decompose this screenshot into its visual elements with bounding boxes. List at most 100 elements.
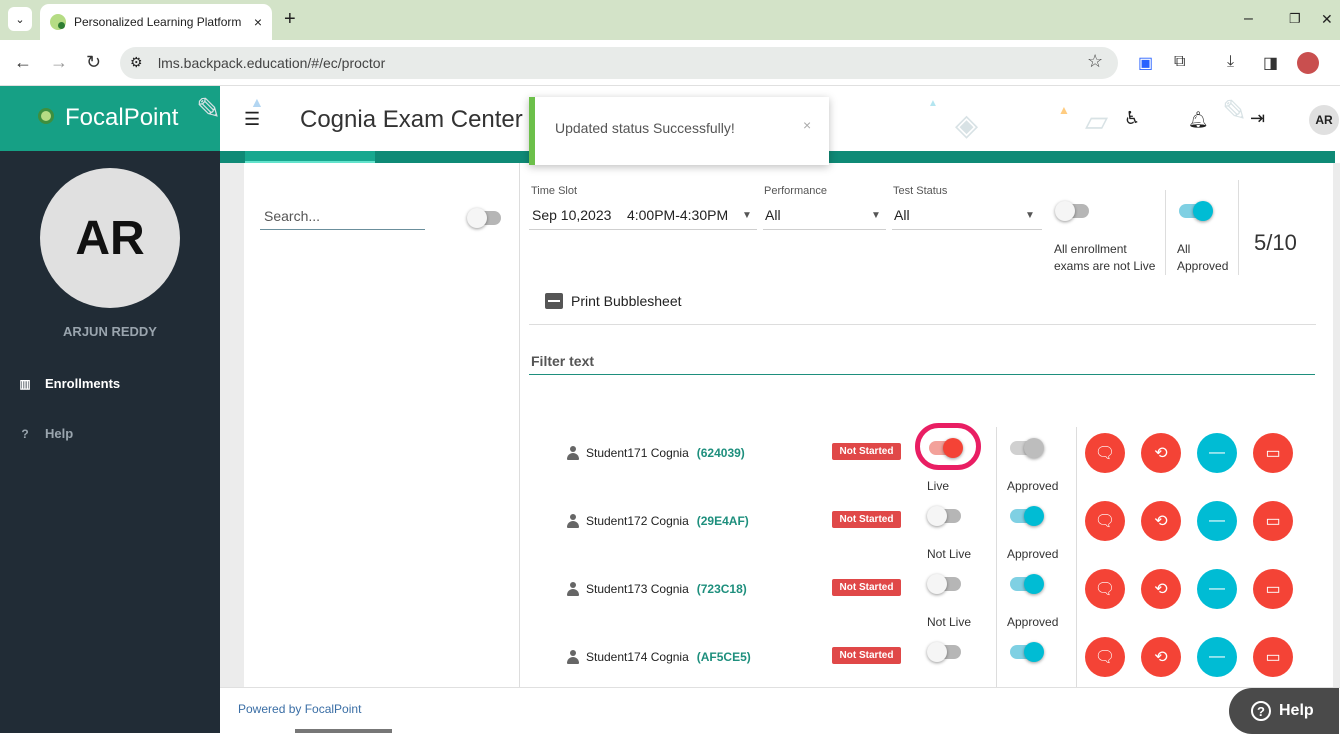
- toast-message: Updated status Successfully!: [555, 120, 735, 136]
- help-button[interactable]: ? Help: [1229, 688, 1339, 734]
- proctor-panel: [244, 163, 1333, 687]
- filter-text-input[interactable]: Filter text: [531, 353, 594, 369]
- screen-cast-icon[interactable]: ▣: [1138, 53, 1153, 73]
- footer: [220, 687, 1340, 733]
- extensions-icon[interactable]: ⧉: [1174, 53, 1185, 71]
- reset-button[interactable]: ⟲: [1141, 637, 1181, 677]
- laptop-icon: ▭: [1265, 581, 1281, 598]
- header-avatar[interactable]: AR: [1309, 105, 1339, 135]
- message-button[interactable]: 🗨︎: [1085, 501, 1125, 541]
- url-text[interactable]: lms.backpack.education/#/ec/proctor: [158, 55, 385, 71]
- minus-icon: —: [1209, 648, 1225, 665]
- triangle-decoration-icon: ▲: [250, 94, 264, 110]
- student-row-name: Student173 Cognia (723C18): [566, 582, 747, 596]
- user-icon: [566, 650, 580, 664]
- help-button-label: Help: [1279, 702, 1314, 719]
- profile-avatar[interactable]: [1297, 52, 1319, 74]
- side-panel-icon[interactable]: ◨: [1263, 53, 1278, 73]
- user-name: ARJUN REDDY: [63, 324, 157, 339]
- approved-label: Approved: [1007, 547, 1059, 561]
- forward-icon[interactable]: →: [50, 52, 68, 72]
- toast-close-icon[interactable]: ×: [803, 117, 811, 133]
- accessibility-icon[interactable]: ♿︎: [1124, 108, 1140, 129]
- message-button[interactable]: 🗨︎: [1085, 433, 1125, 473]
- filter-divider: [1165, 190, 1166, 275]
- ruler-decoration-icon: ▱: [1085, 105, 1109, 138]
- filter-underline: [529, 374, 1315, 375]
- time-slot-label: Time Slot: [531, 185, 578, 197]
- reset-button[interactable]: ⟲: [1141, 569, 1181, 609]
- app-logo[interactable]: FocalPoint: [65, 104, 178, 132]
- menu-icon[interactable]: ☰: [244, 110, 260, 128]
- select-underline: [529, 229, 757, 230]
- sidebar-item-help[interactable]: ? Help: [18, 426, 73, 441]
- footer-link[interactable]: Powered by FocalPoint: [238, 702, 361, 716]
- reset-button[interactable]: ⟲: [1141, 501, 1181, 541]
- tab-close-icon[interactable]: ×: [254, 14, 262, 30]
- laptop-icon: ▭: [1265, 445, 1281, 462]
- help-circle-icon: ?: [21, 426, 29, 441]
- tab-search-icon[interactable]: ⌄: [8, 7, 32, 31]
- close-window-icon[interactable]: ✕: [1321, 10, 1333, 28]
- view-screen-button[interactable]: ▭: [1253, 637, 1293, 677]
- performance-select[interactable]: All: [765, 207, 781, 223]
- student-name: Student171 Cognia: [586, 446, 689, 460]
- student-code: (29E4AF): [696, 514, 749, 528]
- student-row-name: Student172 Cognia (29E4AF): [566, 514, 749, 528]
- browser-tab[interactable]: Personalized Learning Platform ×: [40, 4, 272, 40]
- search-underline: [260, 229, 425, 230]
- all-approved-label-line1: All: [1177, 242, 1191, 256]
- sidebar-item-label: Enrollments: [45, 376, 121, 391]
- live-label: Live: [927, 479, 950, 493]
- new-tab-button[interactable]: +: [284, 9, 296, 29]
- toggle-knob: [943, 438, 963, 458]
- status-badge: Not Started: [832, 579, 901, 596]
- search-input[interactable]: Search...: [264, 208, 320, 224]
- download-icon[interactable]: ⤓: [1227, 53, 1234, 71]
- remove-button[interactable]: —: [1197, 501, 1237, 541]
- taskbar-strip: [295, 729, 392, 733]
- student-row-name: Student174 Cognia (AF5CE5): [566, 650, 751, 664]
- view-screen-button[interactable]: ▭: [1253, 569, 1293, 609]
- student-code: (723C18): [696, 582, 747, 596]
- student-name: Student174 Cognia: [586, 650, 689, 664]
- chat-icon: 🗨︎: [1094, 513, 1116, 530]
- chevron-down-icon[interactable]: ▼: [1025, 210, 1035, 221]
- time-slot-select[interactable]: Sep 10,2023 4:00PM-4:30PM: [532, 207, 728, 223]
- user-icon: [566, 446, 580, 460]
- remove-button[interactable]: —: [1197, 569, 1237, 609]
- remove-button[interactable]: —: [1197, 433, 1237, 473]
- printer-icon: [545, 293, 563, 309]
- toggle-knob: [927, 574, 947, 594]
- grad-cap-decoration-icon: ◈: [955, 109, 979, 142]
- view-screen-button[interactable]: ▭: [1253, 501, 1293, 541]
- logout-icon[interactable]: ⇥: [1250, 108, 1265, 129]
- reload-icon[interactable]: ↻: [86, 52, 101, 72]
- view-screen-button[interactable]: ▭: [1253, 433, 1293, 473]
- minimize-icon[interactable]: –: [1244, 10, 1253, 28]
- reset-icon: ⟲: [1154, 445, 1168, 462]
- chevron-down-icon[interactable]: ▼: [871, 210, 881, 221]
- site-info-icon[interactable]: ⚙: [130, 54, 143, 71]
- reset-button[interactable]: ⟲: [1141, 433, 1181, 473]
- bookmark-star-icon[interactable]: ☆: [1087, 51, 1103, 72]
- sidebar-item-enrollments[interactable]: ▥ Enrollments: [18, 376, 120, 391]
- minus-icon: —: [1209, 580, 1225, 597]
- test-status-select[interactable]: All: [894, 207, 910, 223]
- toggle-knob: [1055, 201, 1075, 221]
- select-underline: [892, 229, 1042, 230]
- select-underline: [763, 229, 886, 230]
- tab-title: Personalized Learning Platform: [74, 15, 242, 29]
- user-icon: [566, 514, 580, 528]
- message-button[interactable]: 🗨︎: [1085, 569, 1125, 609]
- print-bubblesheet-button[interactable]: Print Bubblesheet: [545, 293, 682, 309]
- message-button[interactable]: 🗨︎: [1085, 637, 1125, 677]
- chevron-down-icon[interactable]: ▼: [742, 210, 752, 221]
- remove-button[interactable]: —: [1197, 637, 1237, 677]
- minus-icon: —: [1209, 444, 1225, 461]
- restore-icon[interactable]: ❐: [1289, 10, 1301, 28]
- section-divider: [529, 324, 1316, 325]
- back-icon[interactable]: ←: [14, 52, 32, 72]
- live-label: Not Live: [927, 547, 972, 561]
- bell-icon[interactable]: 🔔︎: [1188, 110, 1208, 130]
